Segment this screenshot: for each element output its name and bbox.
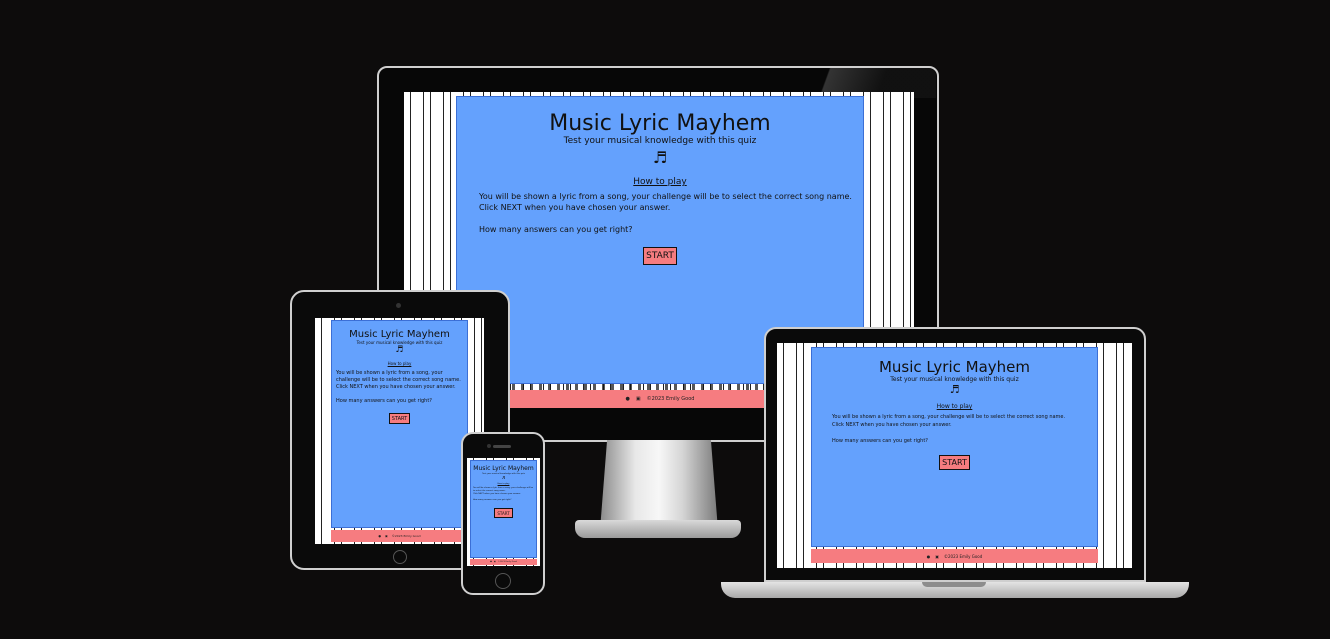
page-title: Music Lyric Mayhem xyxy=(473,465,534,472)
instructions-line-2: Click NEXT when you have chosen your ans… xyxy=(832,422,952,428)
linkedin-icon[interactable]: ▣ xyxy=(935,554,939,559)
instructions-line-1: You will be shown a lyric from a song, y… xyxy=(479,192,852,201)
monitor-stand-neck xyxy=(600,440,718,530)
quiz-panel: Music Lyric Mayhem Test your musical kno… xyxy=(811,347,1098,547)
start-button[interactable]: START xyxy=(388,413,411,424)
instructions-line-1: You will be shown a lyric from a song, y… xyxy=(832,414,1066,420)
footer-copyright: ©2023 Emily Good xyxy=(391,534,421,538)
instructions-line-1: You will be shown a lyric from a song, y… xyxy=(336,370,461,383)
linkedin-icon[interactable]: ▣ xyxy=(385,534,388,538)
music-note-icon: ♬ xyxy=(949,383,960,396)
footer-copyright: ©2023 Emily Good xyxy=(944,553,983,559)
start-button[interactable]: START xyxy=(494,508,513,518)
site-footer: ● ▣ ©2023 Emily Good xyxy=(470,559,537,565)
tagline: Test your musical knowledge with this qu… xyxy=(563,136,757,146)
linkedin-icon[interactable]: ▣ xyxy=(636,396,641,402)
music-note-icon: ♬ xyxy=(652,148,668,167)
github-icon[interactable]: ● xyxy=(626,396,630,402)
github-icon[interactable]: ● xyxy=(490,561,492,563)
how-to-play-heading: How to play xyxy=(633,177,687,187)
instructions-line-2: Click NEXT when you have chosen your ans… xyxy=(336,384,456,390)
phone-home-button xyxy=(495,573,511,589)
start-button[interactable]: START xyxy=(939,455,970,470)
phone-camera xyxy=(487,444,491,448)
phone-screen: Music Lyric Mayhem Test your musical kno… xyxy=(467,458,540,566)
instructions-line-2: Click NEXT when you have chosen your ans… xyxy=(473,493,521,495)
footer-copyright: ©2023 Emily Good xyxy=(646,396,695,402)
question-text: How many answers can you get right? xyxy=(832,438,928,444)
site-footer: ● ▣ ©2023 Emily Good xyxy=(331,530,468,542)
start-button[interactable]: START xyxy=(643,247,677,265)
page-title: Music Lyric Mayhem xyxy=(878,358,1030,376)
question-text: How many answers can you get right? xyxy=(336,398,432,404)
monitor-stand-base xyxy=(575,520,741,538)
quiz-panel: Music Lyric Mayhem Test your musical kno… xyxy=(331,320,468,528)
phone-speaker xyxy=(493,445,511,448)
tagline: Test your musical knowledge with this qu… xyxy=(890,376,1019,383)
footer-copyright: ©2023 Emily Good xyxy=(497,561,517,563)
laptop-notch xyxy=(922,582,986,587)
music-note-icon: ♬ xyxy=(395,345,404,355)
music-note-icon: ♬ xyxy=(501,475,506,480)
laptop-screen: Music Lyric Mayhem Test your musical kno… xyxy=(777,343,1132,568)
tablet-home-button xyxy=(393,550,407,564)
tablet-camera xyxy=(396,303,401,308)
github-icon[interactable]: ● xyxy=(378,534,381,538)
how-to-play-heading: How to play xyxy=(387,361,412,366)
question-text: How many answers can you get right? xyxy=(479,225,633,234)
page-title: Music Lyric Mayhem xyxy=(549,111,771,136)
how-to-play-heading: How to play xyxy=(936,403,973,410)
page-title: Music Lyric Mayhem xyxy=(349,329,450,340)
question-text: How many answers can you get right? xyxy=(473,499,512,501)
github-icon[interactable]: ● xyxy=(927,554,931,559)
tablet-screen: Music Lyric Mayhem Test your musical kno… xyxy=(315,318,484,544)
how-to-play-heading: How to play xyxy=(497,483,510,485)
instructions-line-2: Click NEXT when you have chosen your ans… xyxy=(479,203,671,212)
quiz-panel: Music Lyric Mayhem Test your musical kno… xyxy=(470,460,537,558)
site-footer: ● ▣ ©2023 Emily Good xyxy=(811,549,1098,563)
linkedin-icon[interactable]: ▣ xyxy=(494,561,496,563)
